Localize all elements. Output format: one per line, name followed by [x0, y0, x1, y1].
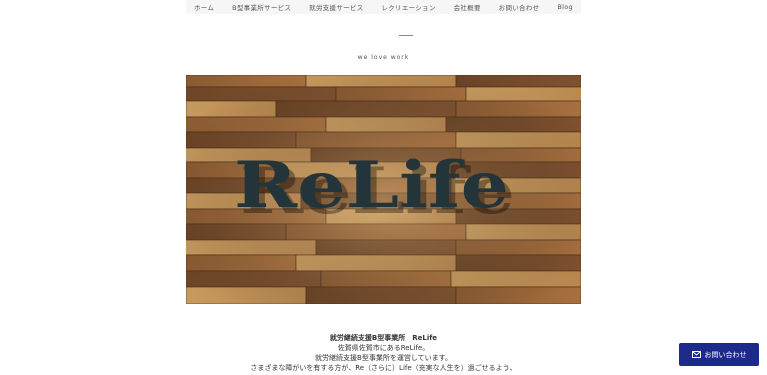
intro-line-1: 佐賀県佐賀市にあるReLife。 [337, 344, 430, 352]
nav-item-company[interactable]: 会社概要 [454, 2, 481, 12]
nav-item-recreation[interactable]: レクリエーション [381, 2, 435, 12]
hero-image: ReLife ReLife [186, 75, 581, 304]
company-name: 就労継続支援B型事業所 ReLife [329, 334, 438, 342]
tagline: we love work [357, 54, 410, 61]
nav-item-home[interactable]: ホーム [194, 2, 214, 12]
contact-button-label: お問い合わせ [704, 350, 747, 359]
intro-line-2: 就労継続支援B型事業所を運営しています。 [315, 354, 452, 362]
contact-button[interactable]: お問い合わせ [679, 343, 759, 366]
nav-item-employment-support[interactable]: 就労支援サービス [309, 2, 363, 12]
company-info: 就労継続支援B型事業所 ReLife 佐賀県佐賀市にあるReLife。 就労継続… [0, 333, 767, 373]
top-navigation: ホーム B型事業所サービス 就労支援サービス レクリエーション 会社概要 お問い… [186, 0, 581, 14]
nav-item-contact[interactable]: お問い合わせ [499, 2, 540, 12]
intro-line-3: さまざまな障がいを有する方が、Re（さらに）Life（充実な人生を）過ごせるよう… [250, 364, 517, 372]
envelope-icon [691, 351, 701, 358]
nav-item-b-type-service[interactable]: B型事業所サービス [232, 2, 291, 12]
wood-wall-sign-image: ReLife ReLife [186, 75, 581, 304]
nav-item-blog[interactable]: Blog [557, 3, 573, 11]
relife-sign: ReLife [234, 148, 509, 223]
section-divider [399, 35, 413, 36]
